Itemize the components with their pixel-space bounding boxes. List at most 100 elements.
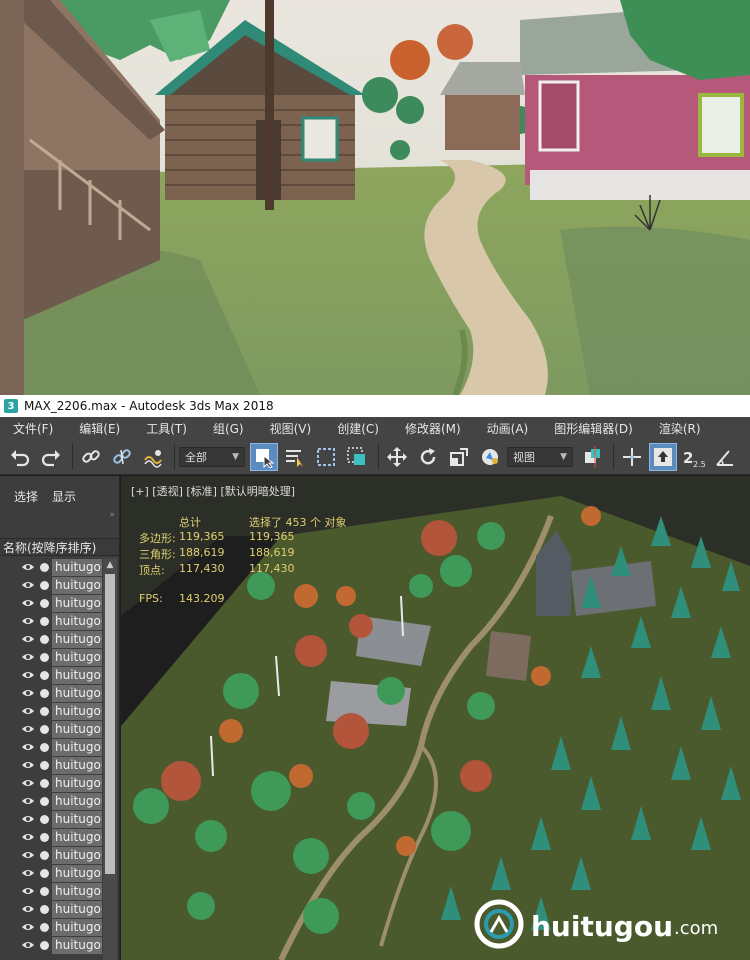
freeze-toggle-icon[interactable] <box>40 616 49 626</box>
tab-display[interactable]: 显示 <box>52 488 76 505</box>
select-by-name-icon[interactable] <box>281 443 309 471</box>
object-name[interactable]: huitugou <box>52 666 102 684</box>
reference-coord-dropdown[interactable]: 视图 ▼ <box>507 446 573 467</box>
menu-tools[interactable]: 工具(T) <box>133 420 187 437</box>
list-item[interactable]: huitugou <box>0 666 119 684</box>
list-item[interactable]: huitugou <box>0 558 119 576</box>
selection-filter-dropdown[interactable]: 全部 ▼ <box>179 446 245 467</box>
freeze-toggle-icon[interactable] <box>40 688 49 698</box>
tab-select[interactable]: 选择 <box>14 488 38 505</box>
list-item[interactable]: huitugou <box>0 756 119 774</box>
object-name[interactable]: huitugou <box>52 810 102 828</box>
object-name[interactable]: huitugou <box>52 918 102 936</box>
menu-animation[interactable]: 动画(A) <box>474 420 529 437</box>
perspective-viewport[interactable]: [+] [透视] [标准] [默认明暗处理] 总计 选择了 453 个 对象 多… <box>121 476 750 960</box>
list-item[interactable]: huitugou <box>0 630 119 648</box>
eye-icon[interactable] <box>22 760 34 770</box>
freeze-toggle-icon[interactable] <box>40 742 49 752</box>
object-name[interactable]: huitugou <box>52 936 102 954</box>
rect-region-icon[interactable] <box>312 443 340 471</box>
use-pivot-icon[interactable] <box>578 443 606 471</box>
eye-icon[interactable] <box>22 886 34 896</box>
redo-icon[interactable] <box>37 443 65 471</box>
list-item[interactable]: huitugou <box>0 720 119 738</box>
undo-icon[interactable] <box>6 443 34 471</box>
link-icon[interactable] <box>77 443 105 471</box>
freeze-toggle-icon[interactable] <box>40 706 49 716</box>
eye-icon[interactable] <box>22 562 34 572</box>
list-item[interactable]: huitugou <box>0 828 119 846</box>
object-name[interactable]: huitugou <box>52 828 102 846</box>
list-item[interactable]: huitugou <box>0 702 119 720</box>
object-name[interactable]: huitugou <box>52 684 102 702</box>
list-item[interactable]: huitugou <box>0 864 119 882</box>
freeze-toggle-icon[interactable] <box>40 580 49 590</box>
menu-modifiers[interactable]: 修改器(M) <box>392 420 461 437</box>
select-manipulate-icon[interactable] <box>618 443 646 471</box>
menu-edit[interactable]: 编辑(E) <box>66 420 120 437</box>
freeze-toggle-icon[interactable] <box>40 760 49 770</box>
freeze-toggle-icon[interactable] <box>40 814 49 824</box>
list-item[interactable]: huitugou <box>0 738 119 756</box>
freeze-toggle-icon[interactable] <box>40 850 49 860</box>
object-name[interactable]: huitugou <box>52 900 102 918</box>
object-name[interactable]: huitugou <box>52 558 102 576</box>
freeze-toggle-icon[interactable] <box>40 940 49 950</box>
list-item[interactable]: huitugou <box>0 648 119 666</box>
viewport-label-menu[interactable]: [+] [透视] [标准] [默认明暗处理] <box>131 483 295 499</box>
object-name[interactable]: huitugou <box>52 738 102 756</box>
menu-group[interactable]: 组(G) <box>200 420 244 437</box>
list-item[interactable]: huitugou <box>0 684 119 702</box>
eye-icon[interactable] <box>22 634 34 644</box>
eye-icon[interactable] <box>22 598 34 608</box>
object-name[interactable]: huitugou <box>52 612 102 630</box>
freeze-toggle-icon[interactable] <box>40 922 49 932</box>
object-name[interactable]: huitugou <box>52 720 102 738</box>
list-item[interactable]: huitugou <box>0 594 119 612</box>
list-item[interactable]: huitugou <box>0 612 119 630</box>
freeze-toggle-icon[interactable] <box>40 634 49 644</box>
object-name[interactable]: huitugou <box>52 648 102 666</box>
freeze-toggle-icon[interactable] <box>40 670 49 680</box>
bind-spacewarp-icon[interactable] <box>139 443 167 471</box>
menu-graph-editors[interactable]: 图形编辑器(D) <box>541 420 633 437</box>
explorer-scrollbar[interactable]: ▲ <box>103 558 117 960</box>
menu-create[interactable]: 创建(C) <box>324 420 379 437</box>
eye-icon[interactable] <box>22 868 34 878</box>
freeze-toggle-icon[interactable] <box>40 904 49 914</box>
snaps-icon[interactable]: 2 2.5 <box>680 443 708 471</box>
list-item[interactable]: huitugou <box>0 900 119 918</box>
scrollbar-thumb[interactable] <box>105 574 115 874</box>
eye-icon[interactable] <box>22 922 34 932</box>
eye-icon[interactable] <box>22 670 34 680</box>
freeze-toggle-icon[interactable] <box>40 886 49 896</box>
menu-views[interactable]: 视图(V) <box>257 420 312 437</box>
window-crossing-icon[interactable] <box>343 443 371 471</box>
freeze-toggle-icon[interactable] <box>40 796 49 806</box>
unlink-icon[interactable] <box>108 443 136 471</box>
list-item[interactable]: huitugou <box>0 792 119 810</box>
eye-icon[interactable] <box>22 724 34 734</box>
freeze-toggle-icon[interactable] <box>40 652 49 662</box>
move-icon[interactable] <box>383 443 411 471</box>
object-name[interactable]: huitugou <box>52 630 102 648</box>
object-name[interactable]: huitugou <box>52 864 102 882</box>
list-item[interactable]: huitugou <box>0 846 119 864</box>
freeze-toggle-icon[interactable] <box>40 562 49 572</box>
menu-file[interactable]: 文件(F) <box>0 420 53 437</box>
object-name[interactable]: huitugou <box>52 594 102 612</box>
eye-icon[interactable] <box>22 940 34 950</box>
freeze-toggle-icon[interactable] <box>40 868 49 878</box>
rotate-icon[interactable] <box>414 443 442 471</box>
list-item[interactable]: huitugou <box>0 810 119 828</box>
object-name[interactable]: huitugou <box>52 774 102 792</box>
object-name[interactable]: huitugou <box>52 792 102 810</box>
object-name[interactable]: huitugou <box>52 756 102 774</box>
pick-icon[interactable] <box>476 443 504 471</box>
object-name[interactable]: huitugou <box>52 702 102 720</box>
eye-icon[interactable] <box>22 814 34 824</box>
menu-rendering[interactable]: 渲染(R) <box>646 420 701 437</box>
freeze-toggle-icon[interactable] <box>40 598 49 608</box>
eye-icon[interactable] <box>22 778 34 788</box>
list-item[interactable]: huitugou <box>0 882 119 900</box>
